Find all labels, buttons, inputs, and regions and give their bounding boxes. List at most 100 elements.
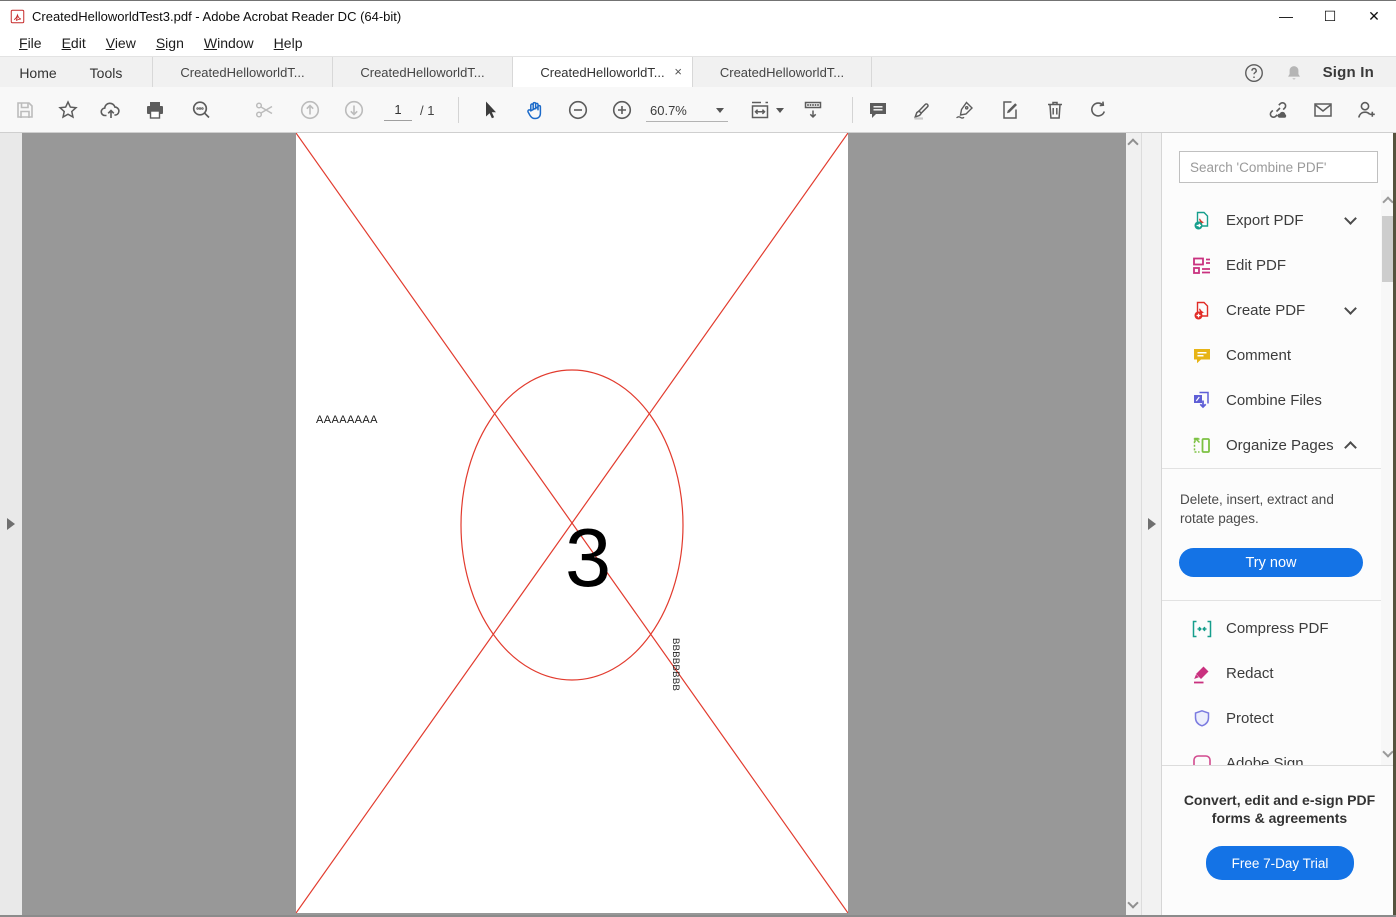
scroll-up-icon[interactable] bbox=[1127, 138, 1138, 149]
sidebar-item-organize-pages[interactable]: Organize Pages bbox=[1162, 423, 1383, 468]
scroll-down-icon[interactable] bbox=[1382, 746, 1393, 757]
hand-tool-icon[interactable] bbox=[522, 97, 548, 123]
collapse-tools-pane-icon[interactable] bbox=[1148, 518, 1156, 530]
page-scrolling-icon[interactable] bbox=[800, 97, 826, 123]
export-pdf-icon bbox=[1191, 210, 1213, 232]
tab-home[interactable]: Home bbox=[14, 57, 62, 88]
sidebar-item-label: Organize Pages bbox=[1226, 437, 1334, 454]
document-view: AAAAAAAA 3 BBBBBBBB bbox=[22, 133, 1126, 917]
next-page-icon[interactable] bbox=[341, 97, 367, 123]
tab-tools[interactable]: Tools bbox=[82, 57, 130, 88]
sidebar-item-label: Redact bbox=[1226, 665, 1274, 682]
select-tool-icon[interactable] bbox=[477, 97, 503, 123]
sign-pen-icon[interactable] bbox=[952, 97, 978, 123]
search-tools-input[interactable] bbox=[1179, 151, 1378, 183]
highlight-tool-icon[interactable] bbox=[909, 97, 935, 123]
menu-window[interactable]: Window bbox=[195, 32, 263, 54]
acrobat-app-icon bbox=[10, 9, 25, 24]
menu-view[interactable]: View bbox=[97, 32, 145, 54]
sidebar-item-compress-pdf[interactable]: Compress PDF bbox=[1162, 606, 1383, 651]
document-tab-2[interactable]: CreatedHelloworldT... bbox=[332, 57, 512, 88]
trial-promo-panel: Convert, edit and e-sign PDF forms & agr… bbox=[1162, 765, 1396, 917]
menu-help[interactable]: Help bbox=[265, 32, 312, 54]
scroll-up-icon[interactable] bbox=[1382, 196, 1393, 207]
zoom-out-icon[interactable] bbox=[565, 97, 591, 123]
sidebar-item-redact[interactable]: Redact bbox=[1162, 651, 1383, 696]
protect-shield-icon bbox=[1191, 708, 1213, 730]
document-scrollbar[interactable] bbox=[1126, 133, 1141, 917]
create-pdf-icon bbox=[1191, 300, 1213, 322]
maximize-button[interactable]: ☐ bbox=[1308, 1, 1352, 31]
sidebar-item-create-pdf[interactable]: Create PDF bbox=[1162, 288, 1383, 333]
promo-text: Convert, edit and e-sign PDF forms & agr… bbox=[1162, 791, 1396, 827]
compress-pdf-icon bbox=[1191, 618, 1213, 640]
comment-tool-icon[interactable] bbox=[865, 97, 891, 123]
tools-sidebar: Export PDF Edit PDF Create PDF Comment C… bbox=[1161, 133, 1396, 917]
edit-pdf-icon bbox=[1191, 255, 1213, 277]
scroll-down-icon[interactable] bbox=[1127, 897, 1138, 908]
window-title: CreatedHelloworldTest3.pdf - Adobe Acrob… bbox=[32, 9, 401, 24]
share-with-people-icon[interactable] bbox=[1353, 97, 1379, 123]
try-now-button[interactable]: Try now bbox=[1179, 548, 1363, 577]
chevron-down-icon bbox=[716, 108, 724, 113]
fit-width-dropdown[interactable] bbox=[748, 97, 784, 123]
save-icon[interactable] bbox=[12, 97, 38, 123]
tab-bar: Home Tools CreatedHelloworldT... Created… bbox=[0, 56, 1396, 87]
search-icon[interactable] bbox=[188, 97, 214, 123]
menu-sign[interactable]: Sign bbox=[147, 32, 193, 54]
sidebar-item-export-pdf[interactable]: Export PDF bbox=[1162, 198, 1383, 243]
organize-pages-description: Delete, insert, extract and rotate pages… bbox=[1180, 490, 1350, 528]
document-tab-4[interactable]: CreatedHelloworldT... bbox=[692, 57, 872, 88]
free-trial-button[interactable]: Free 7-Day Trial bbox=[1206, 846, 1354, 880]
sidebar-item-label: Create PDF bbox=[1226, 302, 1305, 319]
cloud-upload-icon[interactable] bbox=[98, 97, 124, 123]
sidebar-item-adobe-sign[interactable]: Adobe Sign bbox=[1162, 741, 1383, 765]
page-text-vertical: BBBBBBBB bbox=[670, 638, 681, 691]
previous-page-icon[interactable] bbox=[297, 97, 323, 123]
tab-close-icon[interactable]: × bbox=[674, 64, 682, 80]
sidebar-item-label: Export PDF bbox=[1226, 212, 1304, 229]
email-icon[interactable] bbox=[1310, 97, 1336, 123]
document-tab-3-active[interactable]: CreatedHelloworldT... × bbox=[512, 57, 692, 88]
page-text-top-left: AAAAAAAA bbox=[316, 414, 378, 426]
help-icon[interactable] bbox=[1243, 62, 1265, 84]
sidebar-item-edit-pdf[interactable]: Edit PDF bbox=[1162, 243, 1383, 288]
navigation-pane-strip bbox=[0, 133, 22, 917]
open-nav-pane-icon[interactable] bbox=[7, 518, 15, 530]
print-icon[interactable] bbox=[142, 97, 168, 123]
menu-bar: File Edit View Sign Window Help bbox=[0, 30, 1396, 56]
edit-page-icon[interactable] bbox=[997, 97, 1023, 123]
minimize-button[interactable]: — bbox=[1264, 1, 1308, 31]
menu-file[interactable]: File bbox=[10, 32, 51, 54]
close-button[interactable]: ✕ bbox=[1352, 1, 1396, 31]
share-link-icon[interactable] bbox=[1265, 97, 1291, 123]
redact-icon bbox=[1191, 663, 1213, 685]
sidebar-item-label: Adobe Sign bbox=[1226, 755, 1304, 765]
notifications-bell-icon[interactable] bbox=[1283, 62, 1305, 84]
sidebar-item-label: Protect bbox=[1226, 710, 1274, 727]
zoom-level-dropdown[interactable]: 60.7% bbox=[646, 99, 728, 122]
title-bar: CreatedHelloworldTest3.pdf - Adobe Acrob… bbox=[0, 0, 1396, 30]
star-favorite-icon[interactable] bbox=[55, 97, 81, 123]
chevron-down-icon[interactable] bbox=[1344, 302, 1357, 315]
sign-in-button[interactable]: Sign In bbox=[1323, 64, 1374, 81]
chevron-down-icon bbox=[776, 108, 784, 113]
chevron-up-icon[interactable] bbox=[1344, 441, 1357, 454]
delete-pages-icon[interactable] bbox=[1042, 97, 1068, 123]
main-area: AAAAAAAA 3 BBBBBBBB Export PDF Edit PDF bbox=[0, 133, 1396, 917]
sidebar-item-combine-files[interactable]: Combine Files bbox=[1162, 378, 1383, 423]
rotate-pages-icon[interactable] bbox=[1085, 97, 1111, 123]
tools-pane-strip bbox=[1141, 133, 1161, 917]
page-number-input[interactable] bbox=[384, 99, 412, 121]
chevron-down-icon[interactable] bbox=[1344, 212, 1357, 225]
promo-line-2: forms & agreements bbox=[1162, 809, 1396, 827]
menu-edit[interactable]: Edit bbox=[53, 32, 95, 54]
zoom-in-icon[interactable] bbox=[609, 97, 635, 123]
adobe-sign-icon bbox=[1191, 753, 1213, 766]
promo-line-1: Convert, edit and e-sign PDF bbox=[1162, 791, 1396, 809]
cut-scissors-icon[interactable] bbox=[252, 97, 278, 123]
sidebar-item-comment[interactable]: Comment bbox=[1162, 333, 1383, 378]
combine-files-icon bbox=[1191, 390, 1213, 412]
document-tab-1[interactable]: CreatedHelloworldT... bbox=[152, 57, 332, 88]
sidebar-item-protect[interactable]: Protect bbox=[1162, 696, 1383, 741]
